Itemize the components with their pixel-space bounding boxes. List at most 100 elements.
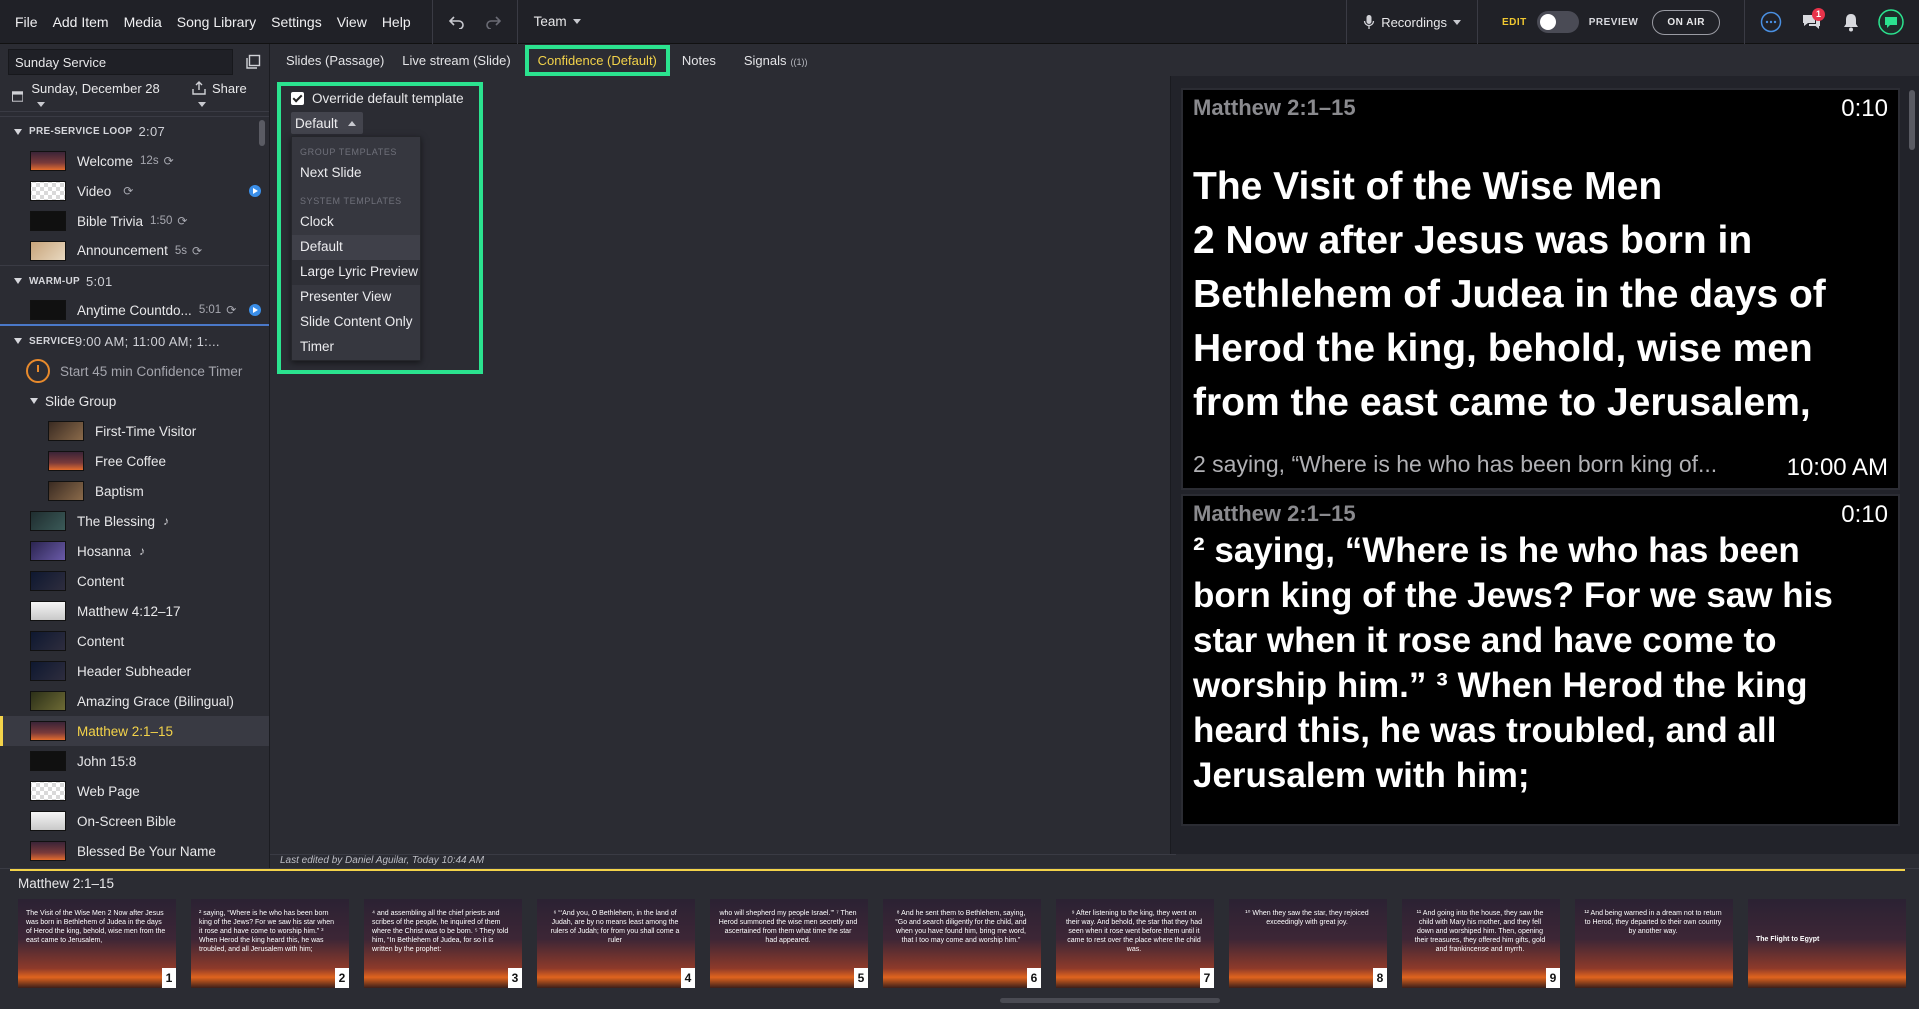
plan-item-header-subheader[interactable]: Header Subheader xyxy=(0,656,269,686)
plan-item-first-time-visitor[interactable]: First-Time Visitor xyxy=(0,416,269,446)
plan-item-web-page[interactable]: Web Page xyxy=(0,776,269,806)
toolbar-divider xyxy=(516,0,518,44)
dropdown-group-header: SYSTEM TEMPLATES xyxy=(300,196,402,206)
slide-thumbnail-2[interactable]: ² saying, “Where is he who has been born… xyxy=(191,899,349,988)
override-template-checkbox[interactable] xyxy=(291,92,304,105)
share-icon xyxy=(192,80,206,95)
plan-title-field[interactable]: Sunday Service xyxy=(8,49,233,75)
plan-item-matthew-4[interactable]: Matthew 4:12–17 xyxy=(0,596,269,626)
slide-thumbnail-10[interactable]: ¹² And being warned in a dream not to re… xyxy=(1575,899,1733,988)
menu-song-library[interactable]: Song Library xyxy=(177,14,256,30)
plan-item-content-2[interactable]: Content xyxy=(0,626,269,656)
section-header-preservice[interactable]: PRE-SERVICE LOOP 2:07 xyxy=(0,116,269,146)
slide-thumbnail-9[interactable]: ¹¹ And going into the house, they saw th… xyxy=(1402,899,1560,988)
slide-thumbnail-3[interactable]: ⁴ and assembling all the chief priests a… xyxy=(364,899,522,988)
template-select[interactable]: Default xyxy=(291,112,363,134)
team-label: Team xyxy=(533,14,567,29)
chevron-down-icon xyxy=(1452,19,1461,25)
undo-button[interactable] xyxy=(439,0,475,44)
slide-thumbnail-11[interactable]: The Flight to Egypt xyxy=(1748,899,1906,988)
more-options-button[interactable] xyxy=(1751,0,1791,44)
new-window-icon[interactable] xyxy=(245,54,261,70)
plan-date-dropdown[interactable]: Sunday, December 28 xyxy=(31,81,166,111)
tab-signals[interactable]: Signals ((1)) xyxy=(738,49,814,72)
item-thumbnail xyxy=(30,571,66,591)
user-avatar-button[interactable] xyxy=(1871,0,1911,44)
chat-button[interactable]: 1 xyxy=(1791,0,1831,44)
slide-thumbnail-5[interactable]: who will shepherd my people Israel.’” ⁷ … xyxy=(710,899,868,988)
slide-thumbnail-4[interactable]: ⁶ “‘And you, O Bethlehem, in the land of… xyxy=(537,899,695,988)
slide-thumbnail-8[interactable]: ¹⁰ When they saw the star, they rejoiced… xyxy=(1229,899,1387,988)
menu-add-item[interactable]: Add Item xyxy=(53,14,109,30)
plan-item-announcement[interactable]: Announcement 5s ⟳ xyxy=(0,236,269,266)
on-air-button[interactable]: ON AIR xyxy=(1652,9,1720,35)
dropdown-option-clock[interactable]: Clock xyxy=(292,210,420,235)
plan-item-welcome[interactable]: Welcome 12s ⟳ xyxy=(0,146,269,176)
plan-item-anytime-countdown[interactable]: Anytime Countdo... 5:01 ⟳ xyxy=(0,296,269,326)
tab-slides-passage[interactable]: Slides (Passage) xyxy=(280,49,390,72)
tab-notes[interactable]: Notes xyxy=(676,49,722,72)
filmstrip-scrollbar[interactable] xyxy=(1000,998,1220,1003)
dropdown-option-slide-content-only[interactable]: Slide Content Only xyxy=(292,310,420,335)
menu-file[interactable]: File xyxy=(15,14,38,30)
sidebar-scrollbar[interactable] xyxy=(259,120,265,146)
menu-view[interactable]: View xyxy=(337,14,367,30)
plan-item-john-15[interactable]: John 15:8 xyxy=(0,746,269,776)
plan-item-on-screen-bible[interactable]: On-Screen Bible xyxy=(0,806,269,836)
plan-item-amazing-grace[interactable]: Amazing Grace (Bilingual) xyxy=(0,686,269,716)
slide-number: 3 xyxy=(508,968,522,988)
item-thumbnail xyxy=(30,151,66,171)
item-thumbnail xyxy=(30,751,66,771)
slide-text: ⁹ After listening to the king, they went… xyxy=(1065,910,1203,953)
music-note-icon: ♪ xyxy=(163,514,170,528)
toolbar-divider xyxy=(1744,0,1745,44)
plan-item-slide-group[interactable]: Slide Group xyxy=(0,386,269,416)
override-template-checkbox-row[interactable]: Override default template xyxy=(291,91,464,106)
dropdown-option-large-lyric-preview[interactable]: Large Lyric Preview xyxy=(292,260,420,285)
dropdown-option-next-slide[interactable]: Next Slide xyxy=(292,161,420,186)
dropdown-option-timer[interactable]: Timer xyxy=(292,335,420,360)
tab-live-stream[interactable]: Live stream (Slide) xyxy=(396,49,516,72)
top-bar: File Add Item Media Song Library Setting… xyxy=(0,0,1919,44)
section-length: 2:07 xyxy=(138,124,166,139)
plan-item-bible-trivia[interactable]: Bible Trivia 1:50 ⟳ xyxy=(0,206,269,236)
menu-media[interactable]: Media xyxy=(124,14,162,30)
bell-icon xyxy=(1844,14,1858,32)
slide-thumbnail-6[interactable]: ⁸ And he sent them to Bethlehem, saying,… xyxy=(883,899,1041,988)
dropdown-option-presenter-view[interactable]: Presenter View xyxy=(292,285,420,310)
slide-thumbnail-7[interactable]: ⁹ After listening to the king, they went… xyxy=(1056,899,1214,988)
plan-date: Sunday, December 28 xyxy=(31,80,160,96)
tab-confidence[interactable]: Confidence (Default) xyxy=(524,44,670,76)
item-label: The Blessing xyxy=(77,513,156,529)
notifications-button[interactable] xyxy=(1831,0,1871,44)
dropdown-option-default[interactable]: Default xyxy=(292,235,420,260)
plan-item-video[interactable]: Video ⟳ xyxy=(0,176,269,206)
team-dropdown[interactable]: Team xyxy=(524,0,591,44)
confidence-preview-current: Matthew 2:1–15 0:10 The Visit of the Wis… xyxy=(1181,88,1900,490)
item-duration: 5:01 xyxy=(198,304,222,316)
item-thumbnail xyxy=(48,451,84,471)
recordings-dropdown[interactable]: Recordings xyxy=(1353,0,1471,44)
section-header-service[interactable]: SERVICE 9:00 AM; 11:00 AM; 1:... xyxy=(0,326,269,356)
preview-mode-label: PREVIEW xyxy=(1588,16,1639,28)
plan-item-free-coffee[interactable]: Free Coffee xyxy=(0,446,269,476)
slide-text: ¹² And being warned in a dream not to re… xyxy=(1584,910,1722,935)
plan-item-baptism[interactable]: Baptism xyxy=(0,476,269,506)
menu-help[interactable]: Help xyxy=(382,14,411,30)
plan-item-blessed-be-your-name[interactable]: Blessed Be Your Name xyxy=(0,836,269,866)
menu-settings[interactable]: Settings xyxy=(271,14,322,30)
chevron-down-icon xyxy=(198,101,207,107)
redo-button[interactable] xyxy=(475,0,511,44)
section-title: SERVICE xyxy=(29,335,75,347)
plan-item-confidence-timer[interactable]: Start 45 min Confidence Timer xyxy=(0,356,269,386)
section-header-warmup[interactable]: WARM-UP 5:01 xyxy=(0,266,269,296)
plan-item-hosanna[interactable]: Hosanna ♪ xyxy=(0,536,269,566)
slide-thumbnail-1[interactable]: The Visit of the Wise Men 2 Now after Je… xyxy=(18,899,176,988)
plan-item-matthew-2[interactable]: Matthew 2:1–15 xyxy=(0,716,269,746)
preview-scrollbar[interactable] xyxy=(1909,90,1915,150)
plan-item-content[interactable]: Content xyxy=(0,566,269,596)
edit-preview-toggle[interactable] xyxy=(1536,11,1579,33)
slide-number: 7 xyxy=(1200,968,1214,988)
share-dropdown[interactable]: Share xyxy=(192,81,257,111)
plan-item-the-blessing[interactable]: The Blessing ♪ xyxy=(0,506,269,536)
